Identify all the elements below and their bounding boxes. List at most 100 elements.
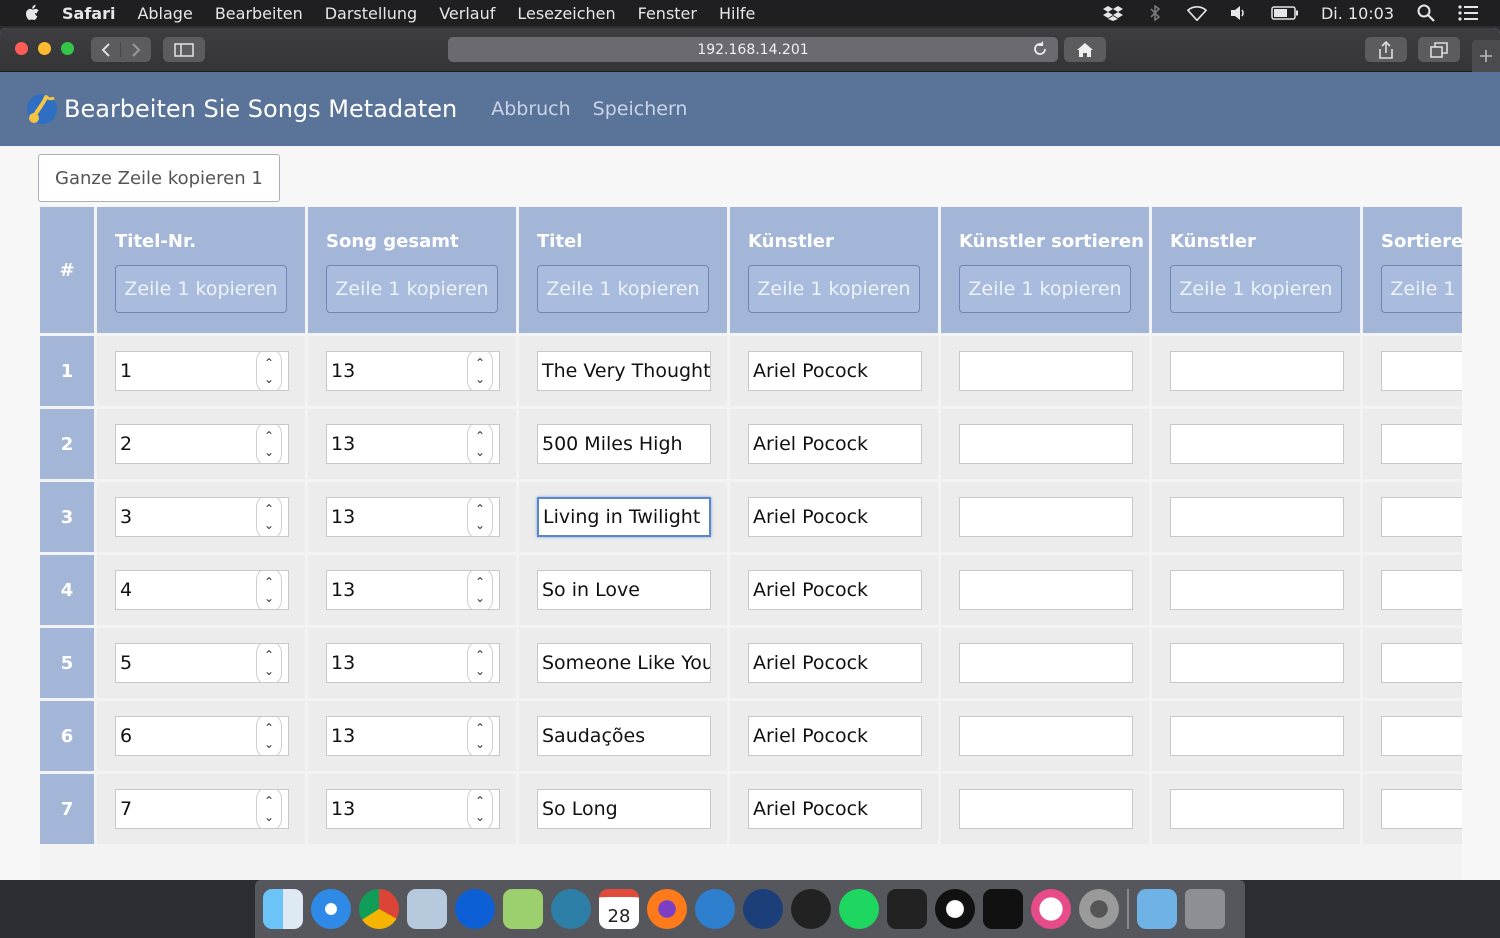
- spotlight-search-icon[interactable]: [1416, 4, 1436, 22]
- title-input[interactable]: Someone Like You: [537, 643, 711, 683]
- chevron-down-icon[interactable]: ⌄: [475, 809, 485, 825]
- chevron-down-icon[interactable]: ⌄: [475, 590, 485, 606]
- chevron-down-icon[interactable]: ⌄: [264, 590, 274, 606]
- track-number-input[interactable]: 4 ⌃ ⌄: [115, 570, 289, 610]
- title-input[interactable]: Saudações: [537, 716, 711, 756]
- copy-row-1-button[interactable]: Zeile 1 kopieren: [748, 265, 920, 313]
- chevron-down-icon[interactable]: ⌄: [264, 371, 274, 387]
- artist-input[interactable]: Ariel Pocock: [748, 424, 922, 464]
- chevron-down-icon[interactable]: ⌄: [475, 444, 485, 460]
- dropbox-icon[interactable]: [455, 889, 495, 929]
- sourcetree-icon[interactable]: [551, 889, 591, 929]
- menu-ablage[interactable]: Ablage: [137, 4, 192, 23]
- copy-row-1-button[interactable]: Zeile 1 kopieren: [1170, 265, 1342, 313]
- spotify-icon[interactable]: [839, 889, 879, 929]
- sort-input[interactable]: [1381, 424, 1462, 464]
- chevron-up-icon[interactable]: ⌃: [264, 355, 274, 371]
- chevron-up-icon[interactable]: ⌃: [475, 501, 485, 517]
- sort-input[interactable]: [1381, 643, 1462, 683]
- save-link[interactable]: Speichern: [593, 98, 688, 120]
- firefox-icon[interactable]: [647, 889, 687, 929]
- total-songs-input[interactable]: 13 ⌃ ⌄: [326, 497, 500, 537]
- track-number-input[interactable]: 2 ⌃ ⌄: [115, 424, 289, 464]
- metadata-table-container[interactable]: # Titel-Nr. Zeile 1 kopieren Song gesamt Z…: [40, 206, 1462, 880]
- tidal-icon[interactable]: [983, 889, 1023, 929]
- minimize-window-button[interactable]: [38, 42, 51, 55]
- sort-input[interactable]: [1381, 716, 1462, 756]
- wifi-icon[interactable]: [1186, 5, 1207, 21]
- number-stepper-icon[interactable]: ⌃ ⌄: [256, 425, 282, 463]
- chevron-up-icon[interactable]: ⌃: [264, 720, 274, 736]
- chevron-up-icon[interactable]: ⌃: [264, 647, 274, 663]
- number-stepper-icon[interactable]: ⌃ ⌄: [256, 790, 282, 828]
- chevron-up-icon[interactable]: ⌃: [475, 355, 485, 371]
- total-songs-input[interactable]: 13 ⌃ ⌄: [326, 716, 500, 756]
- artist-input[interactable]: Ariel Pocock: [748, 789, 922, 829]
- home-icon[interactable]: [1064, 37, 1106, 62]
- chevron-up-icon[interactable]: ⌃: [475, 428, 485, 444]
- chevron-up-icon[interactable]: ⌃: [264, 428, 274, 444]
- artist-input[interactable]: Ariel Pocock: [748, 351, 922, 391]
- artist-2-input[interactable]: [1170, 789, 1344, 829]
- dropbox-status-icon[interactable]: [1102, 5, 1123, 21]
- finder-icon[interactable]: [263, 889, 303, 929]
- tabs-overview-icon[interactable]: [1418, 37, 1460, 62]
- menu-bearbeiten[interactable]: Bearbeiten: [215, 4, 303, 23]
- bluetooth-icon[interactable]: [1145, 5, 1165, 21]
- music-score-icon[interactable]: [503, 889, 543, 929]
- copy-row-1-button[interactable]: Zeile 1 kopieren: [1381, 265, 1462, 313]
- number-stepper-icon[interactable]: ⌃ ⌄: [256, 352, 282, 390]
- title-input[interactable]: So in Love: [537, 570, 711, 610]
- artist-sort-input[interactable]: [959, 570, 1133, 610]
- copy-entire-row-button[interactable]: Ganze Zeile kopieren 1: [38, 154, 280, 202]
- back-icon[interactable]: [91, 42, 121, 57]
- menu-app-safari[interactable]: Safari: [62, 4, 115, 23]
- chevron-up-icon[interactable]: ⌃: [264, 793, 274, 809]
- sort-input[interactable]: [1381, 351, 1462, 391]
- track-number-input[interactable]: 7 ⌃ ⌄: [115, 789, 289, 829]
- chevron-up-icon[interactable]: ⌃: [475, 647, 485, 663]
- itunes-icon[interactable]: [1031, 889, 1071, 929]
- affinity-icon[interactable]: [743, 889, 783, 929]
- chevron-down-icon[interactable]: ⌄: [475, 517, 485, 533]
- share-icon[interactable]: [1365, 37, 1407, 62]
- settings-icon[interactable]: [1079, 889, 1119, 929]
- number-stepper-icon[interactable]: ⌃ ⌄: [467, 717, 493, 755]
- chevron-up-icon[interactable]: ⌃: [264, 501, 274, 517]
- cancel-link[interactable]: Abbruch: [491, 98, 570, 120]
- new-tab-icon[interactable]: [1472, 40, 1500, 72]
- number-stepper-icon[interactable]: ⌃ ⌄: [256, 571, 282, 609]
- chevron-down-icon[interactable]: ⌄: [264, 736, 274, 752]
- artist-input[interactable]: Ariel Pocock: [748, 716, 922, 756]
- audio-icon[interactable]: [791, 889, 831, 929]
- copy-row-1-button[interactable]: Zeile 1 kopieren: [537, 265, 709, 313]
- track-number-input[interactable]: 5 ⌃ ⌄: [115, 643, 289, 683]
- number-stepper-icon[interactable]: ⌃ ⌄: [467, 644, 493, 682]
- quicktime-icon[interactable]: [935, 889, 975, 929]
- chevron-down-icon[interactable]: ⌄: [264, 444, 274, 460]
- title-input[interactable]: Living in Twilight: [537, 497, 711, 537]
- menu-lesezeichen[interactable]: Lesezeichen: [517, 4, 615, 23]
- apple-icon[interactable]: [24, 4, 42, 22]
- artist-2-input[interactable]: [1170, 351, 1344, 391]
- trash-icon[interactable]: [1185, 889, 1225, 929]
- track-number-input[interactable]: 6 ⌃ ⌄: [115, 716, 289, 756]
- total-songs-input[interactable]: 13 ⌃ ⌄: [326, 570, 500, 610]
- artist-sort-input[interactable]: [959, 424, 1133, 464]
- track-number-input[interactable]: 3 ⌃ ⌄: [115, 497, 289, 537]
- sidebar-toggle-icon[interactable]: [163, 37, 205, 62]
- chrome-icon[interactable]: [359, 889, 399, 929]
- address-bar[interactable]: 192.168.14.201: [448, 37, 1058, 62]
- calendar-icon[interactable]: 28: [599, 889, 639, 929]
- number-stepper-icon[interactable]: ⌃ ⌄: [467, 498, 493, 536]
- wunderlist-icon[interactable]: [695, 889, 735, 929]
- track-number-input[interactable]: 1 ⌃ ⌄: [115, 351, 289, 391]
- artist-sort-input[interactable]: [959, 351, 1133, 391]
- copy-row-1-button[interactable]: Zeile 1 kopieren: [326, 265, 498, 313]
- app-brand[interactable]: Bearbeiten Sie Songs Metadaten: [24, 91, 457, 127]
- number-stepper-icon[interactable]: ⌃ ⌄: [256, 644, 282, 682]
- chevron-up-icon[interactable]: ⌃: [475, 793, 485, 809]
- number-stepper-icon[interactable]: ⌃ ⌄: [256, 717, 282, 755]
- menu-verlauf[interactable]: Verlauf: [439, 4, 495, 23]
- volume-icon[interactable]: [1229, 5, 1249, 21]
